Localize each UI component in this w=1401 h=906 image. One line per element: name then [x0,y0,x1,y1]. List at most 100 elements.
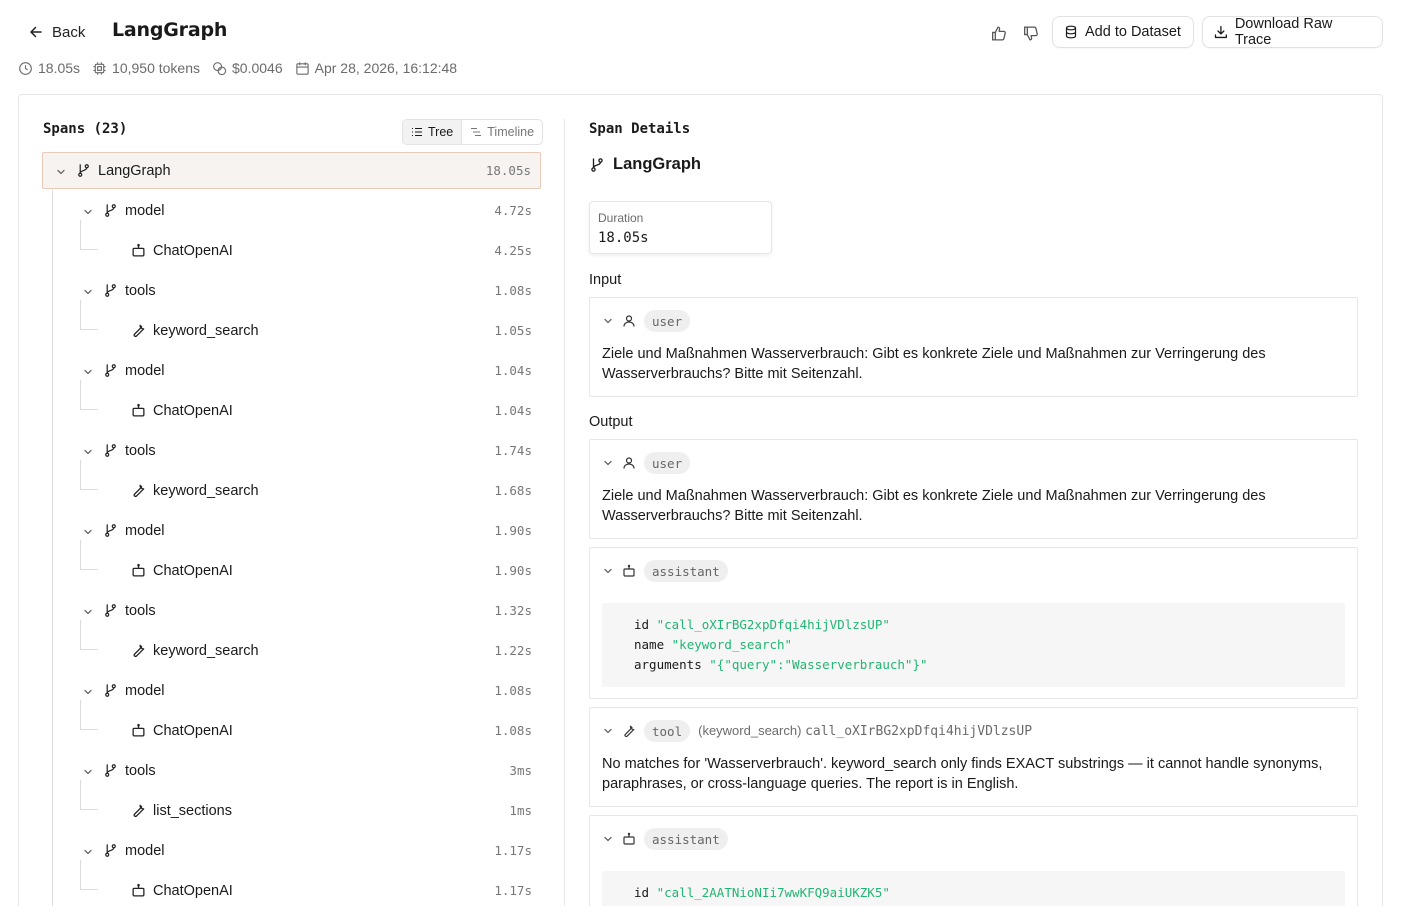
span-row-tools[interactable]: tools 1.32s [42,592,541,629]
span-row-chatopenai[interactable]: ChatOpenAI 4.25s [42,220,541,269]
span-label: ChatOpenAI [153,402,233,419]
tool-call-block: id "call_oXIrBG2xpDfqi4hijVDlzsUP" name … [602,603,1345,687]
span-label: tools [125,762,156,779]
span-row-keyword-search[interactable]: keyword_search 1.22s [42,620,541,669]
span-row-langgraph[interactable]: LangGraph 18.05s [42,152,541,189]
role-badge: user [644,452,691,474]
git-branch-icon [103,603,118,618]
span-duration: 1.22s [494,643,532,658]
span-row-model[interactable]: model 1.17s [42,832,541,869]
tree-connector [80,780,98,810]
span-label: ChatOpenAI [153,242,233,259]
thumbs-down-button[interactable] [1019,22,1041,44]
span-label: model [125,842,165,859]
message-text: Ziele und Maßnahmen Wasserverbrauch: Gib… [602,488,1266,524]
span-row-tools[interactable]: tools 1.74s [42,432,541,469]
tree-view-button[interactable]: Tree [403,120,463,144]
calendar-icon [295,61,309,75]
span-row-model[interactable]: model 1.90s [42,512,541,549]
arrow-left-icon [30,26,42,38]
git-branch-icon [103,203,118,218]
span-row-chatopenai[interactable]: ChatOpenAI 1.04s [42,380,541,429]
chevron-down-icon[interactable] [82,205,94,217]
tool-call-block: id "call_2AATNioNIi7wwKFQ9aiUKZK5" [602,871,1345,906]
span-row-keyword-search[interactable]: keyword_search 1.05s [42,300,541,349]
view-toggle: Tree Timeline [402,119,544,145]
span-label: tools [125,602,156,619]
role-badge: user [644,310,691,332]
timeline-view-button[interactable]: Timeline [462,120,542,144]
span-row-list-sections[interactable]: list_sections 1ms [42,780,541,829]
span-duration: 3ms [509,763,532,778]
span-row-chatopenai[interactable]: ChatOpenAI 1.90s [42,540,541,589]
tree-connector [80,460,98,490]
tree-connector [80,620,98,650]
span-row-tools[interactable]: tools 1.08s [42,272,541,309]
add-to-dataset-button[interactable]: Add to Dataset [1052,16,1194,48]
chevron-down-icon[interactable] [82,685,94,697]
span-label: model [125,522,165,539]
span-duration: 1.04s [494,363,532,378]
span-details-title: Span Details [589,121,691,137]
chevron-down-icon[interactable] [82,605,94,617]
span-row-chatopenai[interactable]: ChatOpenAI 1.17s [42,860,541,906]
span-row-chatopenai[interactable]: ChatOpenAI 1.08s [42,700,541,749]
span-row-model[interactable]: model 1.04s [42,352,541,389]
chevron-down-icon[interactable] [82,365,94,377]
span-duration: 1.08s [494,683,532,698]
git-branch-icon [103,443,118,458]
tree-connector [80,540,98,570]
bot-icon [131,403,146,418]
chevron-down-icon[interactable] [82,765,94,777]
chevron-down-icon[interactable] [82,445,94,457]
chevron-down-icon[interactable] [602,833,614,845]
span-label: keyword_search [153,322,259,339]
span-label: model [125,682,165,699]
input-user-message: user Ziele und Maßnahmen Wasserverbrauch… [589,297,1358,397]
span-label: tools [125,442,156,459]
meta-cost: $0.0046 [212,60,283,76]
git-branch-icon [591,157,603,172]
input-section-label: Input [589,272,622,288]
bot-icon [623,564,635,577]
coins-icon [213,61,227,75]
span-row-model[interactable]: model 4.72s [42,192,541,229]
span-duration: 1.17s [494,883,532,898]
thumbs-down-icon [1023,25,1038,41]
span-label: ChatOpenAI [153,882,233,899]
span-row-keyword-search[interactable]: keyword_search 1.68s [42,460,541,509]
chevron-down-icon[interactable] [55,165,67,177]
duration-card: Duration 18.05s [589,201,772,254]
wrench-icon [131,323,146,338]
span-details-name: LangGraph [589,155,701,174]
span-duration: 1.04s [494,403,532,418]
back-button[interactable]: Back [28,20,85,44]
chevron-down-icon[interactable] [602,457,614,469]
span-row-tools[interactable]: tools 3ms [42,752,541,789]
span-duration: 1.68s [494,483,532,498]
list-icon [412,127,422,137]
tree-connector [80,220,98,250]
bot-icon [131,883,146,898]
chevron-down-icon[interactable] [82,845,94,857]
chevron-down-icon[interactable] [602,565,614,577]
thumbs-up-icon [991,25,1006,41]
chevron-down-icon[interactable] [602,725,614,737]
download-raw-trace-button[interactable]: Download Raw Trace [1202,16,1383,48]
chevron-down-icon[interactable] [602,315,614,327]
duration-card-value: 18.05s [598,230,649,246]
span-row-model[interactable]: model 1.08s [42,672,541,709]
chevron-down-icon[interactable] [82,285,94,297]
git-branch-icon [103,683,118,698]
top-bar: Back LangGraph Add to Dataset Download R… [0,0,1401,64]
tree-connector [80,380,98,410]
thumbs-up-button[interactable] [987,22,1009,44]
tree-connector [80,700,98,730]
spans-title: Spans (23) [43,121,128,137]
output-assistant-message: assistant id "call_2AATNioNIi7wwKFQ9aiUK… [589,815,1358,906]
chevron-down-icon[interactable] [82,525,94,537]
span-duration: 1.90s [494,563,532,578]
span-duration: 4.25s [494,243,532,258]
span-duration: 1.05s [494,323,532,338]
git-branch-icon [103,283,118,298]
